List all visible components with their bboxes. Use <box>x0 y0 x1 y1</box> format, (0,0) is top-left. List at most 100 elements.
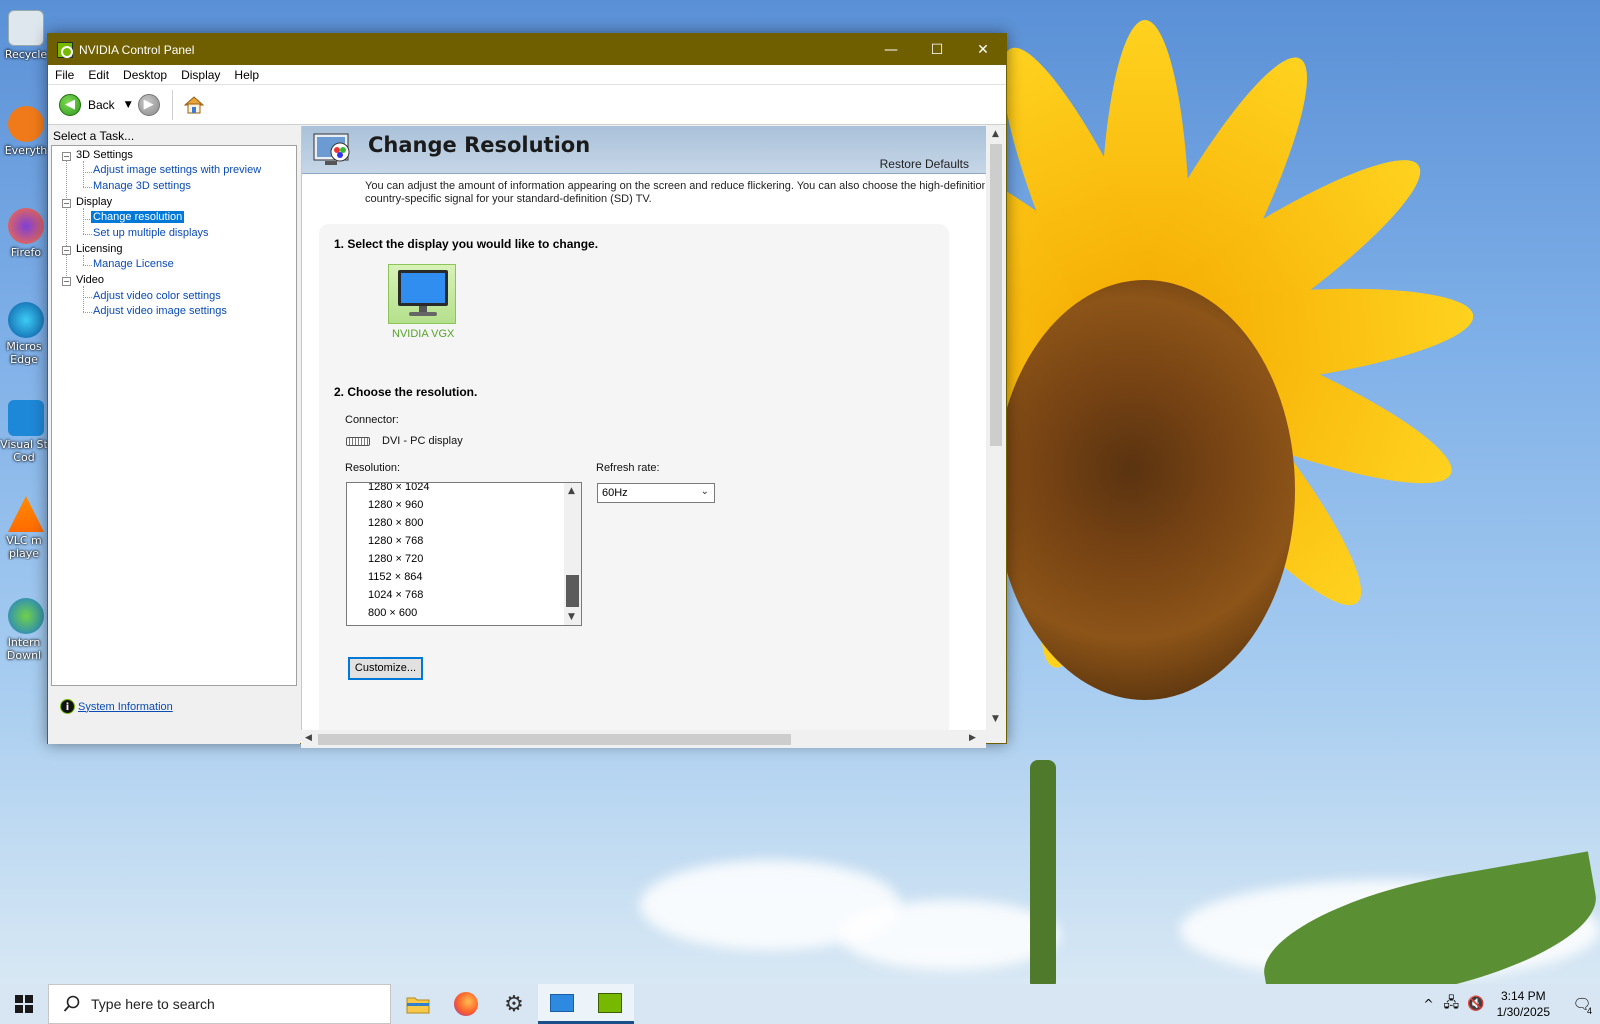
menu-help[interactable]: Help <box>227 68 266 82</box>
back-button[interactable]: Back <box>88 98 115 112</box>
tree-item-manage-license[interactable]: Manage License <box>93 258 174 270</box>
taskbar-file-explorer[interactable] <box>394 984 442 1024</box>
minimize-button[interactable]: — <box>868 34 914 65</box>
tree-item-change-resolution[interactable]: Change resolution <box>91 211 185 223</box>
taskbar-clock[interactable]: 3:14 PM 1/30/2025 <box>1497 988 1550 1020</box>
collapse-3d-settings-icon[interactable]: − <box>62 152 71 161</box>
taskbar: Type here to search <box>0 984 1600 1024</box>
windows-logo-icon <box>15 995 33 1013</box>
page-header: Change Resolution Restore Defaults <box>302 126 986 174</box>
resolution-option[interactable]: 1024 × 768 <box>368 589 423 601</box>
resolution-scroll-thumb[interactable] <box>566 575 579 607</box>
tree-item-manage-3d-settings[interactable]: Manage 3D settings <box>93 180 191 192</box>
display-select-tile[interactable] <box>388 264 456 324</box>
forward-arrow-icon[interactable]: ▶ <box>137 93 160 116</box>
scroll-left-icon[interactable]: ◀ <box>305 733 312 743</box>
tree-item-adjust-video-image[interactable]: Adjust video image settings <box>93 305 227 317</box>
resolution-option[interactable]: 1280 × 800 <box>368 517 423 529</box>
back-arrow-icon[interactable]: ◀ <box>59 93 81 116</box>
nvidia-icon <box>57 41 73 58</box>
refresh-rate-select[interactable]: 60Hz ⌄ <box>597 483 715 503</box>
resolution-option[interactable]: 1280 × 1024 <box>368 483 429 493</box>
taskbar-firefox[interactable] <box>442 984 490 1024</box>
file-explorer-icon <box>406 997 430 1014</box>
tree-category-licensing[interactable]: Licensing <box>76 243 122 255</box>
system-information: i System Information <box>60 699 173 714</box>
clock-time: 3:14 PM <box>1500 989 1546 1003</box>
display-settings-icon <box>313 132 355 168</box>
scroll-down-icon[interactable]: ▼ <box>992 714 999 724</box>
connector-label: Connector: <box>345 414 399 426</box>
clock-date: 1/30/2025 <box>1496 1005 1550 1019</box>
resolution-option[interactable]: 1152 × 864 <box>368 571 423 583</box>
taskbar-settings[interactable]: ⚙ <box>490 984 538 1024</box>
taskbar-remote-desktop[interactable] <box>538 984 586 1024</box>
chevron-up-icon[interactable]: ^ <box>1423 997 1433 1011</box>
desktop-icon-vscode[interactable]: Visual St Cod <box>0 400 48 464</box>
home-icon[interactable] <box>183 94 205 116</box>
menu-desktop[interactable]: Desktop <box>116 68 174 82</box>
horizontal-scroll-thumb[interactable] <box>318 734 791 745</box>
content-horizontal-scrollbar[interactable]: ◀ ▶ <box>301 730 986 748</box>
notification-center-button[interactable]: 🗨 4 <box>1564 984 1600 1024</box>
resolution-option[interactable]: 1280 × 960 <box>368 499 423 511</box>
close-button[interactable]: ✕ <box>960 34 1006 65</box>
recycle-bin-icon <box>8 10 44 46</box>
everything-search-icon <box>8 106 44 142</box>
taskbar-nvidia-control-panel[interactable] <box>586 984 634 1024</box>
tree-category-3d-settings[interactable]: 3D Settings <box>76 149 133 161</box>
start-button[interactable] <box>0 984 48 1024</box>
back-history-dropdown-icon[interactable]: ▼ <box>125 100 132 110</box>
title-bar[interactable]: NVIDIA Control Panel — ☐ ✕ <box>48 34 1006 65</box>
network-icon[interactable]: 🖧 <box>1444 992 1460 1016</box>
desktop-icon-firefox[interactable]: Firefo <box>0 208 52 259</box>
refresh-rate-value: 60Hz <box>602 487 628 499</box>
desktop-icon-vlc[interactable]: VLC m playe <box>0 496 48 560</box>
resolution-listbox[interactable]: 1280 × 1024 1280 × 960 1280 × 800 1280 ×… <box>346 482 582 626</box>
scroll-up-icon[interactable]: ▲ <box>568 486 575 496</box>
toolbar-separator <box>171 89 173 120</box>
restore-defaults-link[interactable]: Restore Defaults <box>880 157 969 171</box>
collapse-licensing-icon[interactable]: − <box>62 246 71 255</box>
taskbar-search-box[interactable]: Type here to search <box>48 984 391 1024</box>
resolution-option[interactable]: 1280 × 768 <box>368 535 423 547</box>
tree-category-display[interactable]: Display <box>76 196 112 208</box>
resolution-option[interactable]: 800 × 600 <box>368 607 417 619</box>
toolbar: ◀ Back ▼ ▶ <box>48 85 1006 125</box>
menu-file[interactable]: File <box>48 68 81 82</box>
scroll-right-icon[interactable]: ▶ <box>969 733 976 743</box>
tree-item-set-up-multiple-displays[interactable]: Set up multiple displays <box>93 227 209 239</box>
desktop-icon-recycle-bin[interactable]: Recycle <box>0 10 52 61</box>
vlc-icon <box>8 496 44 532</box>
vertical-scroll-thumb[interactable] <box>990 144 1002 446</box>
system-information-link[interactable]: System Information <box>78 701 173 713</box>
maximize-button[interactable]: ☐ <box>914 34 960 65</box>
monitor-icon <box>398 270 448 316</box>
content-pane: Change Resolution Restore Defaults You c… <box>301 126 986 730</box>
scroll-up-icon[interactable]: ▲ <box>992 129 999 139</box>
collapse-display-icon[interactable]: − <box>62 199 71 208</box>
tree-category-video[interactable]: Video <box>76 274 104 286</box>
desktop-icon-edge[interactable]: Micros Edge <box>0 302 48 366</box>
volume-muted-icon[interactable]: 🔇 <box>1467 996 1484 1012</box>
search-icon <box>63 995 81 1013</box>
content-vertical-scrollbar[interactable]: ▲ ▼ <box>986 126 1006 730</box>
collapse-video-icon[interactable]: − <box>62 277 71 286</box>
menu-display[interactable]: Display <box>174 68 227 82</box>
tree-item-adjust-video-color[interactable]: Adjust video color settings <box>93 290 221 302</box>
menu-bar: File Edit Desktop Display Help <box>48 65 1006 85</box>
dvi-connector-icon <box>346 437 370 446</box>
refresh-rate-label: Refresh rate: <box>596 462 660 474</box>
search-placeholder: Type here to search <box>91 996 215 1012</box>
desktop-icon-everything[interactable]: Everyth <box>0 106 52 157</box>
resolution-scrollbar[interactable]: ▲ ▼ <box>564 483 581 625</box>
firefox-icon <box>8 208 44 244</box>
desktop-icon-idm[interactable]: Intern Downl <box>0 598 48 662</box>
scroll-down-icon[interactable]: ▼ <box>568 612 575 622</box>
menu-edit[interactable]: Edit <box>81 68 116 82</box>
notification-count: 4 <box>1586 1006 1592 1016</box>
tree-item-adjust-image-settings[interactable]: Adjust image settings with preview <box>93 164 261 176</box>
task-tree: − 3D Settings Adjust image settings with… <box>51 145 297 686</box>
customize-button[interactable]: Customize... <box>348 657 423 680</box>
resolution-option[interactable]: 1280 × 720 <box>368 553 423 565</box>
